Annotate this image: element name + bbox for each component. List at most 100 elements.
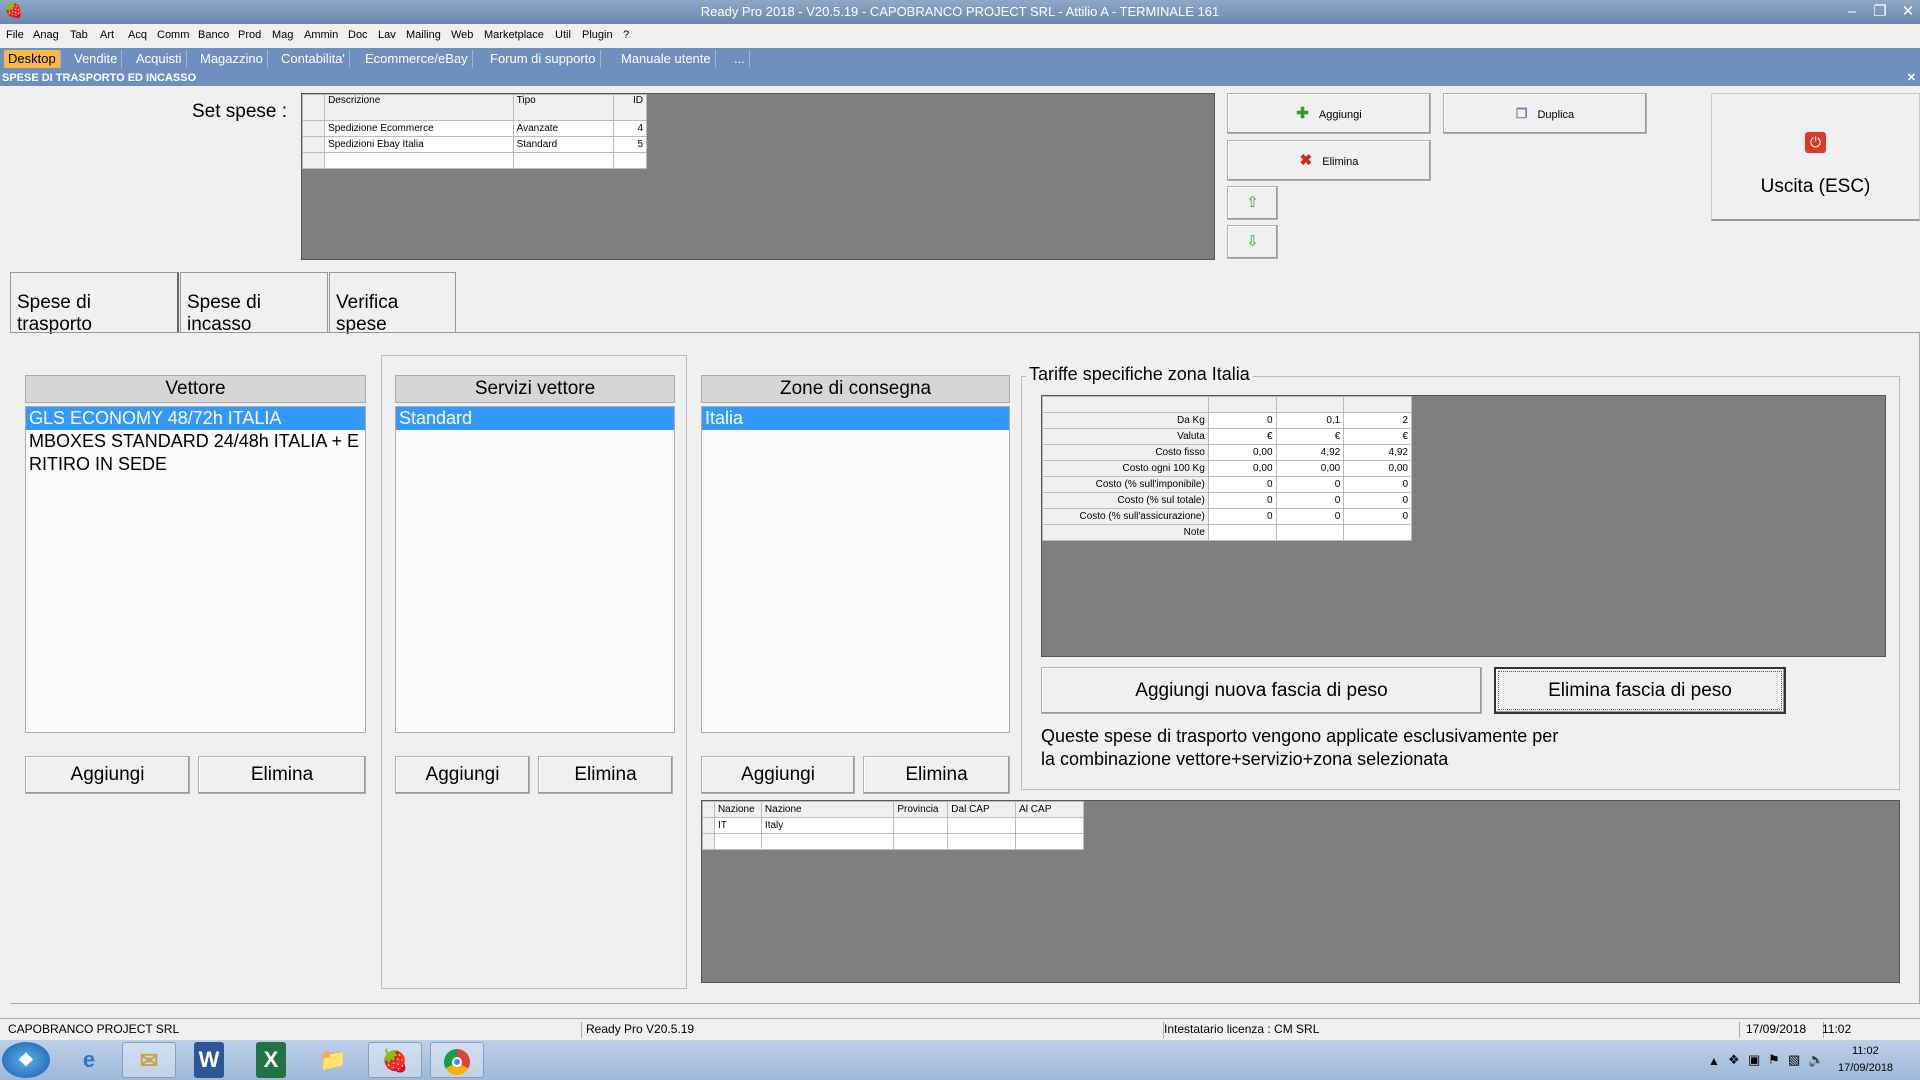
col-provincia[interactable]: Provincia (893, 801, 949, 818)
tray-device-icon[interactable]: ▣ (1748, 1052, 1760, 1068)
cell-dal-cap[interactable] (947, 817, 1017, 834)
cell-value[interactable] (1343, 524, 1412, 541)
duplicate-set-button[interactable]: ❐ Duplica (1443, 93, 1647, 134)
col-descrizione[interactable]: Descrizione (324, 94, 514, 121)
word-icon[interactable]: W (194, 1042, 224, 1078)
cell-nazione-code[interactable]: IT (713, 817, 762, 834)
close-icon[interactable]: ✕ (1896, 2, 1920, 22)
cell-value[interactable]: 0,00 (1343, 460, 1412, 477)
tray-clock-date[interactable]: 17/09/2018 (1838, 1062, 1893, 1074)
delete-servizio-button[interactable]: Elimina (538, 756, 673, 794)
tab-acquisti[interactable]: Acquisti (132, 50, 187, 68)
menu-marketplace[interactable]: Marketplace (484, 29, 544, 41)
move-up-button[interactable]: ⇧ (1227, 186, 1278, 220)
cell-value[interactable]: 0,1 (1275, 412, 1345, 429)
list-item[interactable]: GLS ECONOMY 48/72h ITALIA (26, 407, 365, 430)
menu-ammin[interactable]: Ammin (304, 29, 338, 41)
delete-zona-button[interactable]: Elimina (863, 756, 1010, 794)
add-weight-band-button[interactable]: Aggiungi nuova fascia di peso (1041, 667, 1482, 714)
delete-set-button[interactable]: ✖ Elimina (1227, 140, 1431, 181)
table-row[interactable]: Costo ogni 100 Kg 0,00 0,00 0,00 (1042, 460, 1412, 477)
cell-value[interactable]: € (1275, 428, 1345, 445)
exit-button[interactable]: ⏻ Uscita (ESC) (1711, 93, 1920, 221)
list-item[interactable]: Italia (702, 407, 1009, 430)
tab-magazzino[interactable]: Magazzino (196, 50, 268, 68)
cell-value[interactable]: 0 (1275, 508, 1345, 525)
menu-prod[interactable]: Prod (238, 29, 261, 41)
cell-value[interactable]: 4,92 (1343, 444, 1412, 461)
menu-help[interactable]: ? (623, 29, 629, 41)
cell-value[interactable]: 0 (1207, 412, 1277, 429)
menu-acq[interactable]: Acq (128, 29, 147, 41)
menu-banco[interactable]: Banco (198, 29, 229, 41)
file-explorer-icon[interactable]: 📁 (306, 1042, 360, 1078)
tray-dropbox-icon[interactable]: ❖ (1728, 1052, 1740, 1068)
cell-value[interactable]: 0 (1275, 492, 1345, 509)
cell-value[interactable]: 0 (1343, 508, 1412, 525)
table-row[interactable]: IT Italy (702, 817, 1084, 834)
cell-value[interactable] (1207, 524, 1277, 541)
cell-value[interactable]: 0 (1275, 476, 1345, 493)
table-row[interactable]: Costo fisso 0,00 4,92 4,92 (1042, 444, 1412, 461)
table-row[interactable]: Costo (% sul totale) 0 0 0 (1042, 492, 1412, 509)
menu-doc[interactable]: Doc (348, 29, 368, 41)
minimize-icon[interactable]: – (1840, 2, 1864, 22)
menu-comm[interactable]: Comm (157, 29, 189, 41)
mail-app-icon[interactable]: ✉ (122, 1042, 176, 1078)
tab-forum[interactable]: Forum di supporto (486, 50, 601, 68)
cell-descrizione[interactable]: Spedizioni Ebay Italia (324, 136, 514, 153)
cell-value[interactable] (1275, 524, 1345, 541)
table-row[interactable]: Costo (% sull'assicurazione) 0 0 0 (1042, 508, 1412, 525)
start-button[interactable]: ❖ (2, 1042, 50, 1078)
tab-spese-incasso[interactable]: Spese di incasso (180, 272, 328, 335)
list-item[interactable]: Standard (396, 407, 674, 430)
ready-pro-icon[interactable]: 🍓 (368, 1042, 422, 1078)
zone-nazioni-grid[interactable]: Nazione Nazione Provincia Dal CAP Al CAP… (701, 800, 1900, 983)
cell-value[interactable]: 0,00 (1275, 460, 1345, 477)
set-spese-grid[interactable]: Descrizione Tipo ID Spedizione Ecommerce… (301, 93, 1215, 260)
add-zona-button[interactable]: Aggiungi (701, 756, 855, 794)
list-item[interactable]: RITIRO IN SEDE (26, 453, 365, 476)
cell-value[interactable]: 0 (1207, 508, 1277, 525)
cell-descrizione[interactable]: Spedizione Ecommerce (324, 120, 514, 137)
move-down-button[interactable]: ⇩ (1227, 225, 1278, 259)
table-row[interactable]: Spedizione Ecommerce Avanzate 4 (301, 120, 648, 137)
tray-arrow-icon[interactable]: ▲ (1708, 1054, 1720, 1068)
cell-nazione-name[interactable]: Italy (760, 817, 895, 834)
table-row[interactable]: Valuta € € € (1042, 428, 1412, 445)
tray-volume-icon[interactable]: 🔈 (1808, 1052, 1824, 1068)
tray-network-icon[interactable]: ▧ (1788, 1052, 1800, 1068)
internet-explorer-icon[interactable]: e (62, 1042, 116, 1078)
cell-id[interactable]: 4 (612, 120, 648, 137)
zone-list[interactable]: Italia (701, 406, 1010, 733)
menu-lav[interactable]: Lav (378, 29, 396, 41)
form-close-icon[interactable]: ✕ (1907, 70, 1916, 86)
menu-mag[interactable]: Mag (272, 29, 293, 41)
servizi-list[interactable]: Standard (395, 406, 675, 733)
col-id[interactable]: ID (612, 94, 648, 121)
col-tipo[interactable]: Tipo (512, 94, 614, 121)
tab-ecommerce[interactable]: Ecommerce/eBay (361, 50, 473, 68)
table-row[interactable]: Costo (% sull'imponibile) 0 0 0 (1042, 476, 1412, 493)
zone-nazioni-table[interactable]: Nazione Nazione Provincia Dal CAP Al CAP… (702, 801, 1084, 850)
cell-value[interactable]: 0 (1343, 476, 1412, 493)
table-row[interactable]: Note (1042, 524, 1412, 541)
menu-anag[interactable]: Anag (33, 29, 59, 41)
excel-icon[interactable]: X (256, 1042, 286, 1078)
delete-vettore-button[interactable]: Elimina (198, 756, 366, 794)
add-vettore-button[interactable]: Aggiungi (25, 756, 190, 794)
tariffe-grid[interactable]: Da Kg 0 0,1 2 Valuta € € € Costo fisso 0… (1041, 395, 1886, 657)
delete-weight-band-button[interactable]: Elimina fascia di peso (1494, 667, 1786, 714)
cell-value[interactable]: 0 (1207, 476, 1277, 493)
vettore-list[interactable]: GLS ECONOMY 48/72h ITALIA MBOXES STANDAR… (25, 406, 366, 733)
table-row[interactable] (301, 152, 648, 169)
cell-value[interactable]: 0 (1207, 492, 1277, 509)
menu-web[interactable]: Web (451, 29, 473, 41)
cell-value[interactable]: 0 (1343, 492, 1412, 509)
menu-util[interactable]: Util (555, 29, 571, 41)
col-al-cap[interactable]: Al CAP (1015, 801, 1084, 818)
cell-value[interactable]: € (1207, 428, 1277, 445)
tab-vendite[interactable]: Vendite (70, 50, 123, 68)
tray-clock-time[interactable]: 11:02 (1852, 1045, 1879, 1057)
table-row[interactable]: Da Kg 0 0,1 2 (1042, 412, 1412, 429)
